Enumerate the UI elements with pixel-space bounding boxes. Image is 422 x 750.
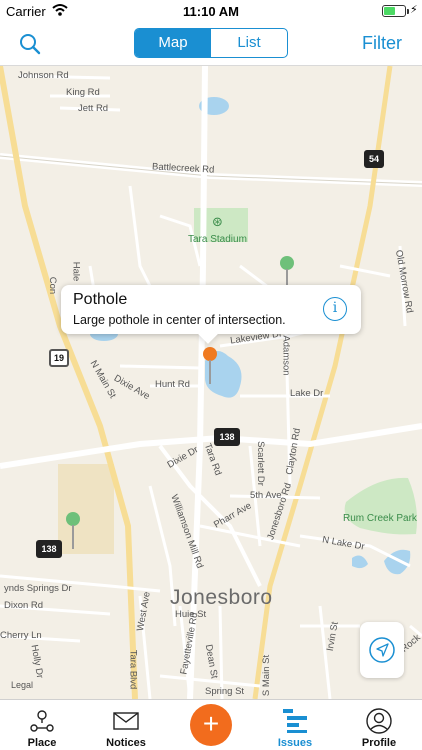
place-label-stadium: Tara Stadium: [188, 234, 247, 245]
issue-pin[interactable]: [66, 512, 80, 550]
road-label: Hale: [70, 261, 82, 282]
add-issue-button[interactable]: +: [190, 704, 232, 746]
pin-stem: [209, 360, 211, 384]
tab-profile[interactable]: Profile: [337, 700, 421, 750]
pin-head: [203, 347, 217, 361]
mail-icon: [113, 712, 139, 730]
status-bar: Carrier 11:10 AM ⚡: [0, 0, 422, 22]
search-icon[interactable]: [18, 32, 42, 56]
road-label: Dixon Rd: [4, 600, 44, 611]
tab-label: Notices: [106, 737, 146, 749]
road-label: ynds Springs Dr: [4, 583, 72, 594]
road-label: Hunt Rd: [155, 379, 190, 390]
route-shield-19: 19: [49, 349, 69, 367]
place-label-city: Jonesboro: [170, 586, 273, 609]
callout-title: Pothole: [73, 291, 128, 308]
road-label: Spring St: [205, 686, 245, 697]
map-view[interactable]: Johnson Rd King Rd Jett Rd Battlecreek R…: [0, 66, 422, 699]
road-label: Lake Dr: [290, 388, 324, 399]
pin-head: [280, 256, 294, 270]
road-label: S Main St: [261, 654, 273, 697]
tab-issues[interactable]: Issues: [253, 700, 337, 750]
nav-bar: Map List Filter: [0, 22, 422, 66]
road-label: Con: [47, 276, 59, 295]
charging-icon: ⚡: [410, 4, 418, 16]
issue-callout[interactable]: Pothole Large pothole in center of inter…: [61, 285, 361, 334]
place-label-park: Rum Creek Park: [343, 513, 417, 524]
pin-stem: [72, 525, 74, 549]
location-arrow-icon: [369, 637, 395, 663]
pin-head: [66, 512, 80, 526]
road-label: Scarlett Dr: [254, 441, 266, 486]
callout-subtitle: Large pothole in center of intersection.: [73, 313, 286, 327]
segment-map[interactable]: Map: [135, 29, 211, 57]
tab-label: Profile: [361, 737, 397, 749]
tab-bar: Place Notices + Issues Profile: [0, 699, 422, 750]
issues-list-icon: [283, 709, 307, 733]
road-label: Cherry Ln: [0, 630, 42, 641]
road-label: Johnson Rd: [18, 70, 69, 81]
road-label: King Rd: [66, 87, 100, 98]
issue-pin-selected[interactable]: [203, 347, 217, 385]
stadium-icon: ⊛: [212, 214, 223, 229]
tab-place[interactable]: Place: [0, 700, 84, 750]
info-icon[interactable]: i: [323, 297, 347, 321]
place-icon: [30, 710, 54, 732]
tab-label: Place: [27, 737, 57, 749]
clock: 11:10 AM: [183, 4, 239, 19]
route-shield-138: 138: [36, 540, 62, 558]
road-label: Jett Rd: [78, 103, 109, 114]
route-shield-54: 54: [364, 150, 384, 168]
battery-level: [384, 7, 395, 15]
filter-button[interactable]: Filter: [362, 33, 402, 54]
tab-notices[interactable]: Notices: [84, 700, 168, 750]
locate-me-button[interactable]: [360, 622, 404, 678]
road-label: Tara Blvd: [127, 649, 139, 690]
road-label: Adamson: [280, 335, 292, 376]
legal-link[interactable]: Legal: [11, 680, 33, 690]
segment-list[interactable]: List: [211, 29, 287, 57]
profile-icon: [366, 708, 392, 734]
tab-label: Issues: [277, 737, 313, 749]
route-shield-138: 138: [214, 428, 240, 446]
view-mode-segmented-control: Map List: [134, 28, 288, 58]
battery-icon: [382, 5, 409, 17]
